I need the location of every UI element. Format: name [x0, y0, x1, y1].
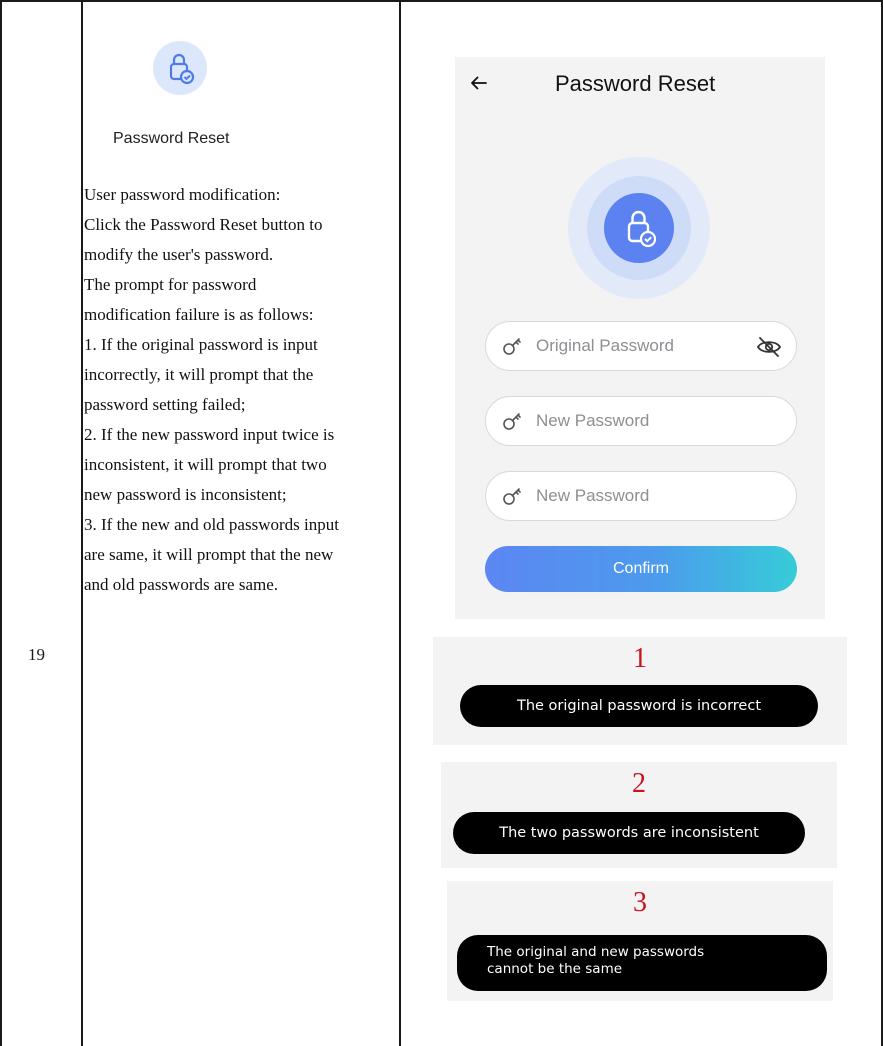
- toast-text: The original password is incorrect: [516, 698, 761, 714]
- toast-message: The two passwords are inconsistent: [453, 812, 805, 854]
- lock-check-icon: [568, 157, 710, 299]
- toast-message: The original and new passwords cannot be…: [457, 935, 827, 991]
- original-password-field[interactable]: Original Password: [485, 321, 797, 371]
- description-line: incorrectly, it will prompt that the: [84, 365, 314, 384]
- toast-example-2: 2 The two passwords are inconsistent: [441, 762, 837, 868]
- description-line: 3. If the new and old passwords input: [84, 515, 339, 534]
- toast-number: 2: [632, 768, 646, 799]
- eye-off-icon[interactable]: [756, 336, 782, 358]
- confirm-button[interactable]: Confirm: [485, 546, 797, 592]
- description-line: password setting failed;: [84, 395, 246, 414]
- toast-message: The original password is incorrect: [460, 685, 818, 727]
- table-column-divider-1: [81, 0, 83, 1046]
- table-border-top: [0, 0, 883, 2]
- password-reset-label: Password Reset: [113, 130, 230, 147]
- confirm-new-password-placeholder: New Password: [536, 486, 650, 505]
- new-password-field[interactable]: New Password: [485, 396, 797, 446]
- description-line: modification failure is as follows:: [84, 305, 314, 324]
- password-reset-screen: Password Reset Original Password New Pas…: [455, 57, 825, 619]
- description-line: The prompt for password: [84, 275, 257, 294]
- lock-check-icon: [153, 41, 207, 95]
- description-line: inconsistent, it will prompt that two: [84, 455, 327, 474]
- description-line: modify the user's password.: [84, 245, 274, 264]
- description-line: 1. If the original password is input: [84, 335, 318, 354]
- key-icon: [503, 413, 521, 430]
- toast-text: cannot be the same: [487, 961, 623, 977]
- new-password-placeholder: New Password: [536, 411, 650, 430]
- back-arrow-icon[interactable]: [469, 73, 489, 93]
- toast-number: 3: [633, 887, 647, 918]
- description-line: User password modification:: [84, 185, 281, 204]
- confirm-new-password-field[interactable]: New Password: [485, 471, 797, 521]
- page-title: Password Reset: [555, 71, 716, 96]
- toast-example-3: 3 The original and new passwords cannot …: [447, 881, 833, 1001]
- original-password-placeholder: Original Password: [536, 336, 674, 355]
- description-line: 2. If the new password input twice is: [84, 425, 335, 444]
- description-line: and old passwords are same.: [84, 575, 279, 594]
- description-line: Click the Password Reset button to: [84, 215, 323, 234]
- toast-text: The two passwords are inconsistent: [499, 825, 759, 841]
- row-number: 19: [28, 645, 45, 664]
- key-icon: [503, 338, 521, 355]
- description-line: new password is inconsistent;: [84, 485, 287, 504]
- toast-number: 1: [633, 643, 647, 674]
- toast-text: The original and new passwords: [487, 944, 705, 960]
- description: User password modification: Click the Pa…: [84, 180, 400, 600]
- toast-example-1: 1 The original password is incorrect: [433, 637, 847, 745]
- key-icon: [503, 488, 521, 505]
- description-line: are same, it will prompt that the new: [84, 545, 334, 564]
- table-border-left: [0, 0, 2, 1046]
